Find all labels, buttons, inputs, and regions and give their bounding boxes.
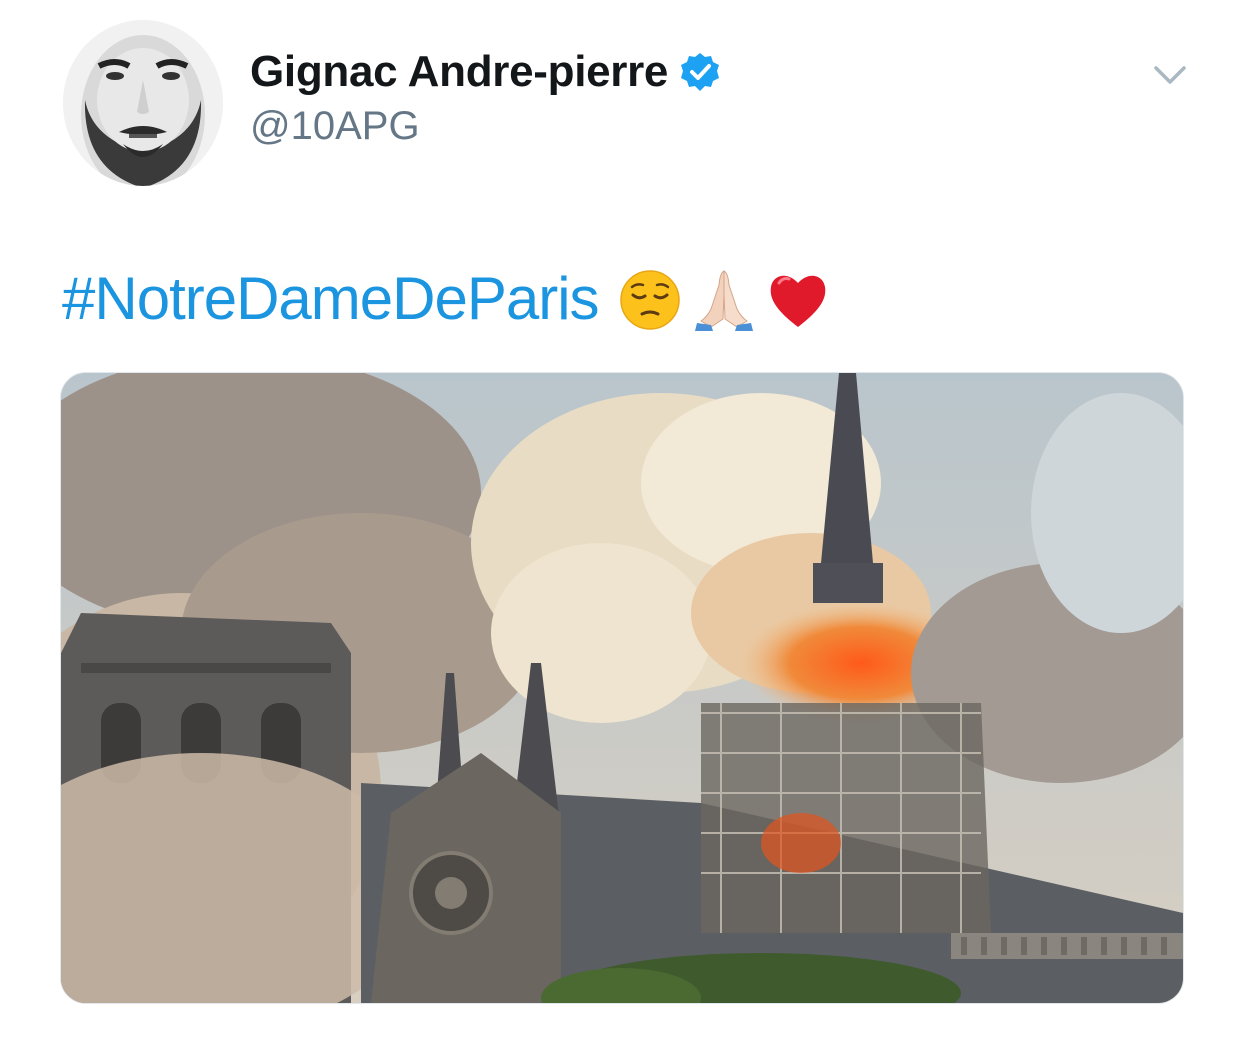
profile-avatar-icon [63, 20, 223, 186]
folded-hands-icon [693, 265, 755, 331]
author-display-name[interactable]: Gignac Andre-pierre [250, 47, 668, 97]
hashtag-link[interactable]: #NotreDameDeParis [62, 264, 600, 333]
verified-badge-icon [680, 52, 720, 92]
avatar[interactable] [63, 20, 223, 186]
author-name-row[interactable]: Gignac Andre-pierre [250, 42, 720, 102]
tweet-card: Gignac Andre-pierre @10APG #NotreDameDeP… [0, 0, 1242, 1064]
tweet-text: #NotreDameDeParis [62, 258, 829, 338]
chevron-down-icon[interactable] [1150, 56, 1190, 96]
author-handle[interactable]: @10APG [250, 104, 420, 149]
pensive-face-icon [619, 265, 681, 331]
photo-cathedral-fire-icon [61, 373, 1183, 1003]
red-heart-icon [767, 265, 829, 331]
tweet-media-photo[interactable] [60, 372, 1184, 1004]
